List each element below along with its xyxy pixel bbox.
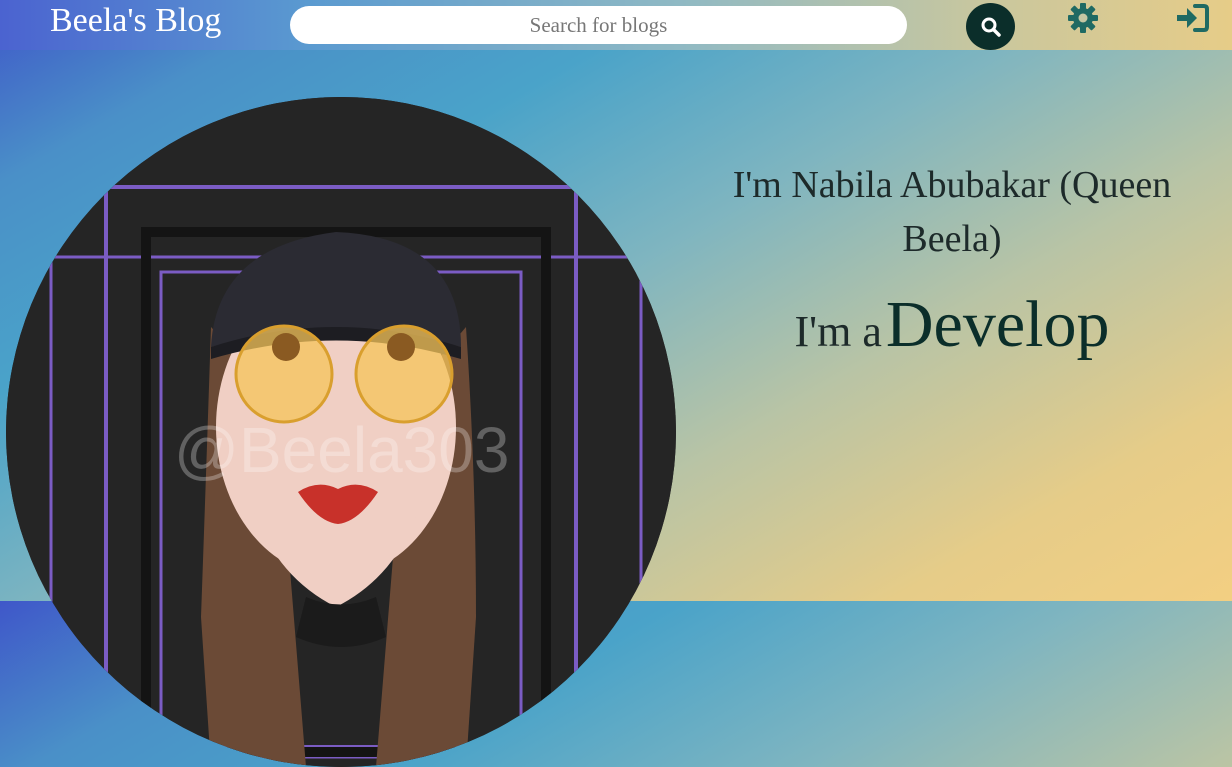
search-button[interactable] — [966, 3, 1015, 50]
avatar-illustration: @Beela303 — [6, 97, 676, 767]
brand-title[interactable]: Beela's Blog — [50, 2, 221, 40]
gear-icon[interactable] — [1066, 1, 1100, 35]
role-line: I'm a Develop — [688, 287, 1216, 363]
top-navbar: Beela's Blog — [0, 0, 1232, 50]
avatar-watermark: @Beela303 — [174, 414, 509, 486]
search-icon — [981, 17, 1001, 37]
profile-avatar: @Beela303 — [6, 97, 676, 767]
sign-in-icon[interactable] — [1174, 2, 1210, 34]
search-input[interactable] — [290, 6, 907, 44]
role-typed-word: Develop — [885, 288, 1110, 361]
intro-heading: I'm Nabila Abubakar (Queen Beela) — [732, 164, 1172, 260]
role-prefix: I'm a — [794, 307, 882, 356]
